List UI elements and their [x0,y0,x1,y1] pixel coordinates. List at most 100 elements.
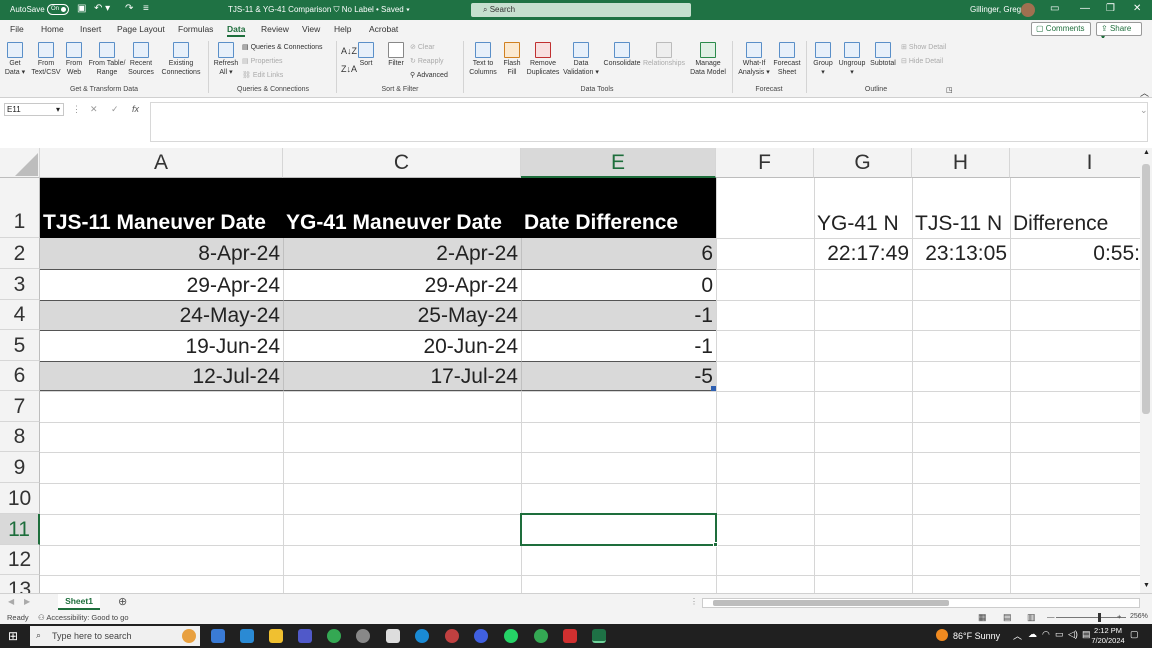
row-header-8[interactable]: 8 [0,422,40,452]
remove-duplicates-button[interactable]: Remove Duplicates [524,42,562,77]
enter-icon[interactable]: ✓ [111,104,119,115]
onedrive-icon[interactable]: ☁ [1028,629,1037,640]
header-cell-yg-date[interactable]: YG-41 Maneuver Date [283,178,521,238]
row-header-10[interactable]: 10 [0,483,40,514]
normal-view-icon[interactable]: ▦ [978,612,987,623]
zoom-in-icon[interactable]: + [1117,612,1121,621]
share-button[interactable]: ⇪ Share ▾ [1096,22,1142,42]
from-web-button[interactable]: From Web [62,42,86,77]
excel-icon[interactable] [592,629,606,643]
function-icon[interactable]: fx [132,104,139,114]
side-value-cell[interactable]: 0:55: [1010,238,1140,269]
tab-review[interactable]: Review [261,24,289,34]
formula-input[interactable] [150,102,1148,142]
consolidate-button[interactable]: Consolidate [602,42,642,68]
horizontal-scroll-thumb[interactable] [713,600,949,606]
what-if-analysis-button[interactable]: What-If Analysis ▾ [736,42,772,77]
row-header-1[interactable]: 1 [0,178,40,238]
group-button[interactable]: Group ▾ [810,42,836,77]
table-cell[interactable]: 25-May-24 [283,300,521,330]
battery-icon[interactable]: ▭ [1055,629,1064,640]
forecast-sheet-button[interactable]: Forecast Sheet [772,42,802,77]
table-cell[interactable]: 12-Jul-24 [40,361,283,391]
flash-fill-button[interactable]: Flash Fill [500,42,524,77]
from-text-csv-button[interactable]: From Text/CSV [30,42,62,77]
sheet-tab-sheet1[interactable]: Sheet1 [58,594,100,610]
table-cell[interactable]: 29-Apr-24 [283,269,521,300]
table-cell[interactable]: 0 [521,269,716,300]
page-break-view-icon[interactable]: ▥ [1027,612,1036,623]
table-cell[interactable]: 2-Apr-24 [283,238,521,269]
data-validation-button[interactable]: Data Validation ▾ [561,42,601,77]
table-cell[interactable]: -1 [521,330,716,361]
sort-button[interactable]: Sort [355,42,377,68]
name-box[interactable]: E11 ▾ [4,103,64,116]
hide-detail-button[interactable]: ⊟ Hide Detail [901,57,943,65]
column-header-h[interactable]: H [912,148,1010,178]
cancel-icon[interactable]: ✕ [90,104,98,115]
row-header-7[interactable]: 7 [0,391,40,422]
dialog-launcher-icon[interactable]: ◳ [946,86,953,94]
vertical-scrollbar[interactable]: ▲ ▼ [1140,148,1152,593]
edge-icon[interactable] [415,629,429,643]
chrome-icon[interactable] [327,629,341,643]
undo-icon[interactable]: ↶ ▾ [94,3,110,14]
column-header-c[interactable]: C [283,148,521,178]
chrome-profile-icon[interactable] [534,629,548,643]
zoom-slider[interactable] [1056,617,1126,618]
avatar[interactable] [1021,3,1035,17]
zoom-out-icon[interactable]: — [1047,612,1055,621]
app-s-icon[interactable] [240,629,254,643]
whatsapp-icon[interactable] [504,629,518,643]
notification-icon[interactable]: ▢ [1130,629,1139,640]
zoom-slider-thumb[interactable] [1098,613,1101,622]
refresh-all-button[interactable]: Refresh All ▾ [212,42,240,77]
taskbar-search-input[interactable]: ⌕ Type here to search [30,626,200,646]
table-cell[interactable]: 20-Jun-24 [283,330,521,361]
side-header-cell[interactable]: TJS-11 N [912,210,1010,238]
subtotal-button[interactable]: Subtotal [868,42,898,68]
row-header-11[interactable]: 11 [0,514,40,545]
collapse-ribbon-icon[interactable]: ︿ [1140,86,1149,99]
redo-icon[interactable]: ↷ [125,3,133,14]
tab-file[interactable]: File [10,24,24,34]
tab-help[interactable]: Help [334,24,351,34]
properties-button[interactable]: ▤ Properties [242,57,282,65]
fill-handle[interactable] [713,542,718,547]
table-cell[interactable]: 29-Apr-24 [40,269,283,300]
network-icon[interactable]: ◠ [1042,629,1050,640]
calculator-icon[interactable] [386,629,400,643]
from-table-range-button[interactable]: From Table/Range [87,42,127,77]
minimize-icon[interactable]: — [1080,3,1090,14]
row-header-9[interactable]: 9 [0,452,40,483]
tab-insert[interactable]: Insert [80,24,101,34]
active-cell-selection[interactable] [520,513,717,546]
row-header-13[interactable]: 13 [0,575,40,593]
column-header-i[interactable]: I [1010,148,1140,178]
horizontal-scrollbar[interactable] [702,598,1140,608]
row-header-4[interactable]: 4 [0,300,40,330]
show-detail-button[interactable]: ⊞ Show Detail [901,43,946,51]
task-view-icon[interactable] [211,629,225,643]
close-icon[interactable]: ✕ [1133,3,1141,14]
side-value-cell[interactable]: 23:13:05 [912,238,1010,269]
autosave-toggle[interactable]: On [47,4,69,15]
table-cell[interactable]: 24-May-24 [40,300,283,330]
file-explorer-icon[interactable] [269,629,283,643]
customize-qat-icon[interactable]: ≡ [143,3,149,14]
table-resize-handle[interactable] [711,386,716,391]
reapply-button[interactable]: ↻ Reapply [410,57,444,65]
add-sheet-icon[interactable]: ⊕ [118,595,127,608]
ribbon-display-icon[interactable]: ▭ [1050,3,1059,14]
side-header-cell[interactable]: Difference [1010,210,1140,238]
prev-sheet-icon[interactable]: ◀ [8,597,14,606]
restore-icon[interactable]: ❐ [1106,3,1115,14]
advanced-filter-button[interactable]: ⚲ Advanced [410,71,448,79]
tab-page-layout[interactable]: Page Layout [117,24,165,34]
recent-sources-button[interactable]: Recent Sources [127,42,155,77]
expand-formula-icon[interactable]: ⌄ [1140,105,1148,116]
row-header-6[interactable]: 6 [0,361,40,391]
next-sheet-icon[interactable]: ▶ [24,597,30,606]
header-cell-date-difference[interactable]: Date Difference [521,178,716,238]
table-cell[interactable]: 8-Apr-24 [40,238,283,269]
